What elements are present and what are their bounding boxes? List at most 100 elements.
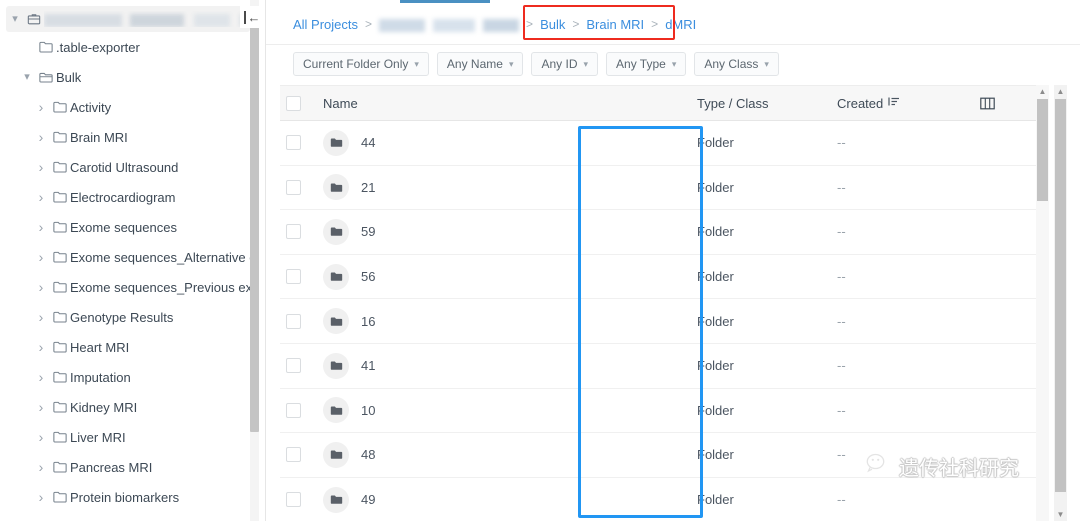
table-row[interactable]: 44 Folder --	[280, 121, 1036, 166]
chevron-right-icon[interactable]: ›	[32, 430, 50, 444]
filter-any-class[interactable]: Any Class ▾	[694, 52, 779, 76]
scroll-up-arrow-icon[interactable]: ▲	[1054, 85, 1067, 98]
chevron-right-icon[interactable]: ›	[32, 490, 50, 504]
breadcrumb-project-redacted[interactable]	[379, 16, 520, 32]
filter-any-name[interactable]: Any Name ▾	[436, 52, 524, 76]
table-row[interactable]: 21 Folder --	[280, 166, 1036, 211]
row-checkbox[interactable]	[286, 269, 301, 285]
sidebar-item-bulk[interactable]: ▾ Bulk	[0, 62, 256, 92]
sidebar-item-pancreas-mri[interactable]: › Pancreas MRI	[0, 452, 256, 482]
chevron-right-icon[interactable]: ›	[32, 100, 50, 114]
scroll-up-arrow-icon[interactable]: ▲	[1036, 85, 1049, 98]
row-checkbox[interactable]	[286, 135, 301, 151]
chevron-right-icon[interactable]: ›	[32, 370, 50, 384]
filter-current-folder-only[interactable]: Current Folder Only ▾	[293, 52, 429, 76]
row-name-cell[interactable]: 48	[301, 441, 697, 468]
columns-settings-icon[interactable]	[957, 97, 1017, 110]
row-checkbox[interactable]	[286, 358, 301, 374]
row-checkbox[interactable]	[286, 313, 301, 329]
sidebar-item-carotid-ultrasound[interactable]: › Carotid Ultrasound	[0, 152, 256, 182]
sidebar-item-table-exporter[interactable]: .table-exporter	[0, 32, 256, 62]
sidebar-item-protein-biomarkers[interactable]: › Protein biomarkers	[0, 482, 256, 512]
row-name-cell[interactable]: 59	[301, 218, 697, 245]
filter-any-id[interactable]: Any ID ▾	[531, 52, 599, 76]
sidebar-item-exome-sequences-previous-exc[interactable]: › Exome sequences_Previous exc	[0, 272, 256, 302]
row-checkbox[interactable]	[286, 402, 301, 418]
select-all-checkbox[interactable]	[286, 95, 301, 111]
table-row[interactable]: 56 Folder --	[280, 255, 1036, 300]
sidebar-item-activity[interactable]: › Activity	[0, 92, 256, 122]
chevron-right-icon[interactable]: ›	[32, 460, 50, 474]
sidebar-item-brain-mri[interactable]: › Brain MRI	[0, 122, 256, 152]
table-row[interactable]: 41 Folder --	[280, 344, 1036, 389]
sidebar-item-exome-sequences-alternative-e[interactable]: › Exome sequences_Alternative e	[0, 242, 256, 272]
chevron-right-icon[interactable]: ›	[32, 130, 50, 144]
table-row[interactable]: 59 Folder --	[280, 210, 1036, 255]
sidebar-item-label: Exome sequences	[70, 219, 177, 235]
folder-icon	[50, 371, 70, 383]
sidebar-item-exome-sequences[interactable]: › Exome sequences	[0, 212, 256, 242]
page-scrollbar-outer[interactable]: ▲ ▼	[1054, 85, 1067, 521]
file-browser-page: ▾ .table-exporter ▾ Bulk › Activity › Brain MR…	[0, 0, 1080, 521]
row-name-cell[interactable]: 44	[301, 129, 697, 156]
breadcrumb-all-projects[interactable]: All Projects	[293, 17, 358, 32]
sidebar-item-kidney-mri[interactable]: › Kidney MRI	[0, 392, 256, 422]
row-name-cell[interactable]: 49	[301, 486, 697, 513]
row-type-cell: Folder	[697, 447, 734, 463]
table-scrollbar-inner-thumb[interactable]	[1037, 99, 1048, 201]
chevron-down-icon[interactable]: ▾	[6, 13, 24, 25]
scroll-down-arrow-icon[interactable]: ▼	[1054, 508, 1067, 521]
sort-descending-icon[interactable]	[888, 96, 900, 110]
sidebar-item-electrocardiogram[interactable]: › Electrocardiogram	[0, 182, 256, 212]
row-checkbox[interactable]	[286, 224, 301, 240]
table-row[interactable]: 10 Folder --	[280, 389, 1036, 434]
column-header-type-class[interactable]: Type / Class	[697, 96, 837, 111]
sidebar-item-liver-mri[interactable]: › Liver MRI	[0, 422, 256, 452]
collapse-panel-icon[interactable]: ←	[240, 6, 264, 28]
sidebar-item-genotype-results[interactable]: › Genotype Results	[0, 302, 256, 332]
row-type-cell: Folder	[697, 402, 734, 418]
row-checkbox[interactable]	[286, 179, 301, 195]
table-scrollbar-inner[interactable]: ▲	[1036, 85, 1049, 521]
breadcrumb-bulk[interactable]: Bulk	[540, 17, 565, 32]
chevron-right-icon[interactable]: ›	[32, 160, 50, 174]
sidebar-item-label: Electrocardiogram	[70, 189, 176, 205]
chevron-right-icon[interactable]: ›	[32, 340, 50, 354]
sidebar-item-heart-mri[interactable]: › Heart MRI	[0, 332, 256, 362]
table-row[interactable]: 48 Folder --	[280, 433, 1036, 478]
page-scrollbar-outer-thumb[interactable]	[1055, 99, 1066, 492]
column-header-name[interactable]: Name	[301, 96, 697, 111]
chevron-right-icon[interactable]: ›	[32, 280, 50, 294]
column-header-created[interactable]: Created	[837, 96, 957, 111]
folder-icon	[323, 441, 349, 468]
sidebar-item-project-root[interactable]: ▾	[6, 6, 250, 32]
chevron-right-icon[interactable]: ›	[32, 310, 50, 324]
table-row[interactable]: 49 Folder --	[280, 478, 1036, 521]
chevron-right-icon[interactable]: ›	[32, 400, 50, 414]
folder-icon	[323, 397, 349, 424]
table-row[interactable]: 16 Folder --	[280, 299, 1036, 344]
filter-any-type[interactable]: Any Type ▾	[606, 52, 687, 76]
sidebar-item-label: Activity	[70, 99, 112, 115]
row-name-cell[interactable]: 16	[301, 308, 697, 335]
sidebar-item-label: Protein biomarkers	[70, 489, 180, 505]
row-name-cell[interactable]: 10	[301, 397, 697, 424]
chevron-right-icon[interactable]: ›	[32, 220, 50, 234]
sidebar-item-label: Exome sequences_Alternative e	[70, 249, 256, 265]
chevron-right-icon[interactable]: ›	[32, 190, 50, 204]
breadcrumb-brain-mri[interactable]: Brain MRI	[586, 17, 644, 32]
row-checkbox[interactable]	[286, 447, 301, 463]
chevron-right-icon[interactable]: ›	[32, 250, 50, 264]
row-created-cell: --	[837, 179, 846, 195]
row-name-cell[interactable]: 56	[301, 263, 697, 290]
row-name-label: 56	[361, 269, 376, 285]
chevron-down-icon[interactable]: ▾	[18, 71, 36, 83]
filter-label: Current Folder Only	[303, 57, 409, 71]
breadcrumb-dmri[interactable]: dMRI	[665, 17, 696, 32]
sidebar-scrollbar-thumb[interactable]	[250, 22, 259, 432]
row-name-cell[interactable]: 41	[301, 352, 697, 379]
folder-icon	[50, 251, 70, 263]
row-name-cell[interactable]: 21	[301, 174, 697, 201]
sidebar-item-imputation[interactable]: › Imputation	[0, 362, 256, 392]
row-checkbox[interactable]	[286, 492, 301, 508]
